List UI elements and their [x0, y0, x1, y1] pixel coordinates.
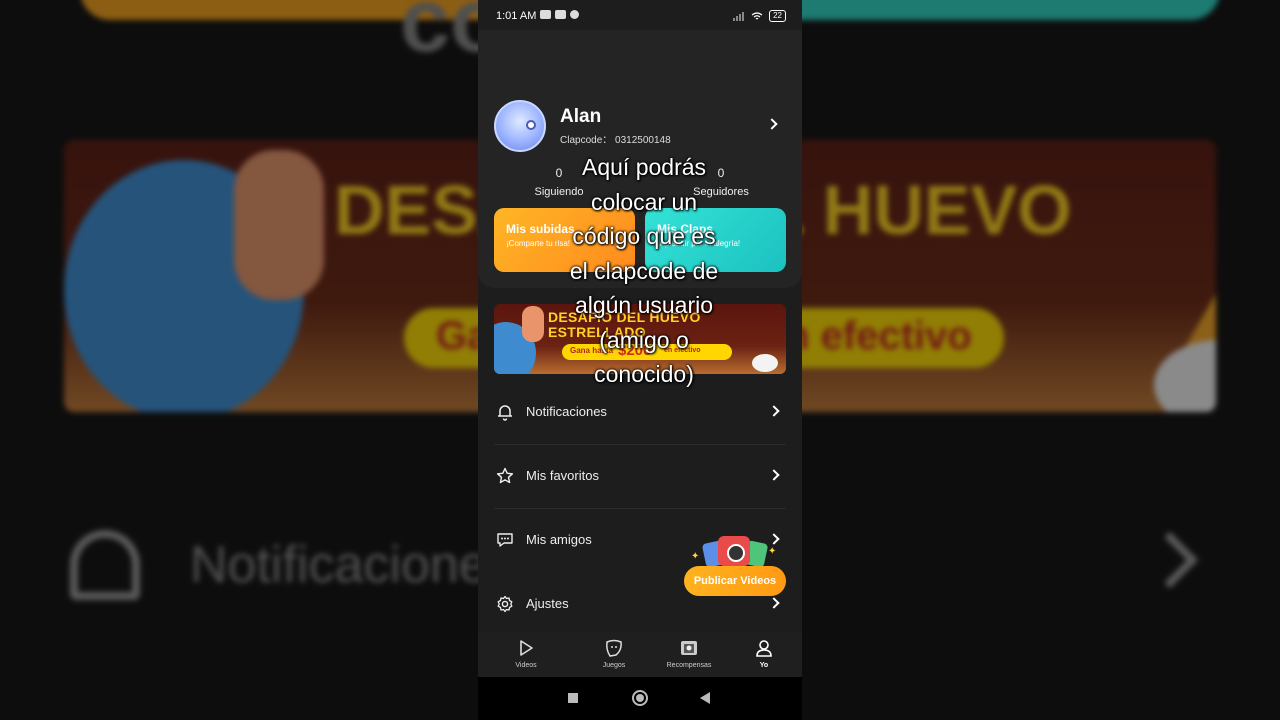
- menu-notifications-label: Notificaciones: [526, 404, 607, 419]
- reward-icon: [681, 641, 697, 655]
- person-icon: [756, 640, 772, 657]
- menu-favorites[interactable]: Mis favoritos: [494, 456, 786, 496]
- tab-videos[interactable]: Videos: [491, 638, 561, 669]
- game-icon: [606, 639, 622, 657]
- bg-chevron-icon: [1141, 531, 1199, 589]
- clapcode-row: Clapcode： 0312500148: [560, 131, 671, 146]
- tab-rewards-label: Recompensas: [666, 662, 712, 669]
- menu-settings-label: Ajustes: [526, 596, 569, 611]
- tab-rewards[interactable]: Recompensas: [654, 638, 724, 669]
- chevron-right-icon: [768, 469, 780, 481]
- notification-icons: [540, 10, 579, 19]
- status-bar: 1:01 AM 22: [478, 0, 802, 30]
- divider: [494, 508, 786, 509]
- app-icon: [570, 10, 579, 19]
- video-call-icon: [540, 10, 551, 19]
- screen: co de DESAFÍO DEL HUEVO Gana hasta $200 …: [0, 0, 1280, 720]
- chevron-right-icon: [768, 597, 780, 609]
- status-time: 1:01 AM: [496, 10, 537, 22]
- chevron-right-icon: [768, 405, 780, 417]
- bg-bell-icon: [70, 530, 140, 600]
- egg-illustration: [752, 354, 778, 372]
- bg-notifications-text: Notificaciones: [190, 536, 514, 594]
- sparkle-icon: ✦: [768, 546, 777, 557]
- signal-icon: [733, 11, 745, 21]
- battery-indicator: 22: [769, 10, 786, 22]
- profile-name: Alan: [560, 106, 602, 127]
- tab-videos-label: Videos: [515, 662, 537, 669]
- chevron-right-icon: [768, 533, 780, 545]
- sparkle-icon: ✦: [691, 551, 700, 562]
- bottom-tab-bar: Videos Juegos Recompensas Yo: [478, 632, 802, 677]
- tab-games[interactable]: Juegos: [579, 638, 649, 669]
- hand-illustration: [522, 306, 544, 342]
- camera-icon[interactable]: [718, 536, 750, 566]
- bg-hand-illustration: [234, 150, 324, 300]
- avatar-eye: [526, 120, 536, 130]
- divider: [494, 444, 786, 445]
- menu-favorites-label: Mis favoritos: [526, 468, 599, 483]
- recents-button[interactable]: [568, 693, 578, 703]
- play-icon: [520, 640, 533, 656]
- tab-me-label: Yo: [759, 662, 769, 669]
- tab-games-label: Juegos: [602, 662, 626, 669]
- bg-egg-illustration: [1154, 340, 1216, 412]
- clapcode-label: Clapcode：: [560, 135, 613, 146]
- tab-me[interactable]: Yo: [729, 638, 799, 669]
- wifi-icon: [751, 11, 763, 19]
- gear-icon: [497, 595, 513, 613]
- avatar[interactable]: [494, 100, 546, 152]
- menu-notifications[interactable]: Notificaciones: [494, 392, 786, 432]
- back-button[interactable]: [700, 692, 710, 704]
- video-caption: Aquí podrás colocar un código que es el …: [569, 154, 719, 387]
- home-button[interactable]: [632, 690, 648, 706]
- clapcode-value: 0312500148: [615, 135, 671, 146]
- system-icons: 22: [733, 10, 786, 22]
- system-nav-bar: [478, 677, 802, 720]
- bell-icon: [498, 405, 512, 421]
- star-icon: [496, 467, 514, 484]
- youtube-icon: [555, 10, 566, 19]
- menu-friends-label: Mis amigos: [526, 532, 592, 547]
- publish-videos-button[interactable]: Publicar Videos: [684, 566, 786, 596]
- chat-icon: [497, 533, 513, 547]
